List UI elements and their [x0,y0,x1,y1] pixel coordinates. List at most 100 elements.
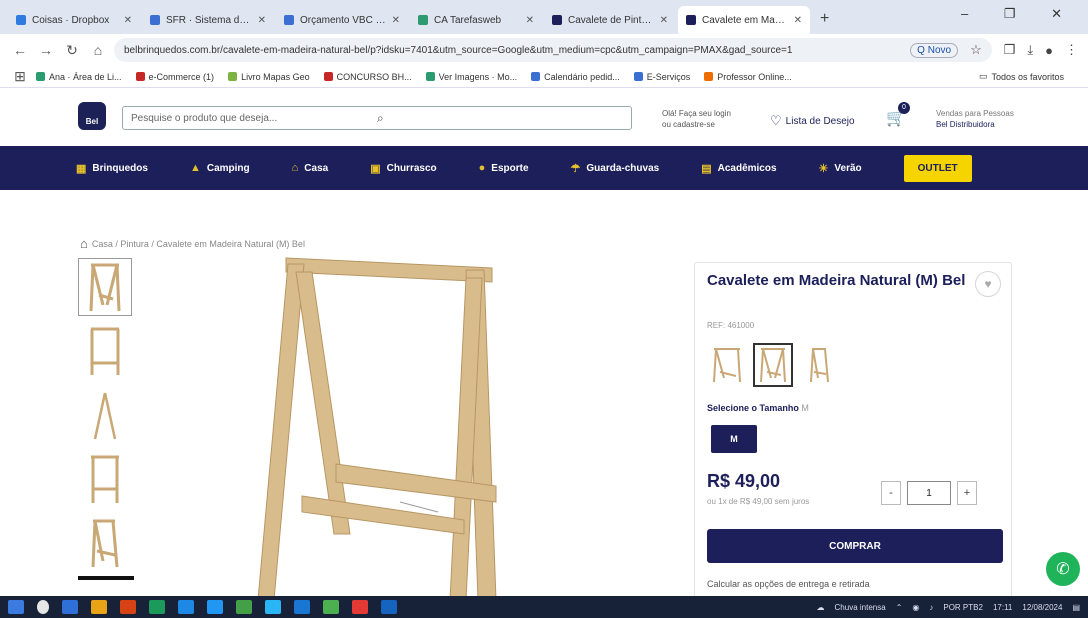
variant-option-selected[interactable] [753,343,793,387]
product-main-image[interactable] [240,250,570,601]
taskbar-app-icon[interactable] [265,600,281,614]
installments-text: ou 1x de R$ 49,00 sem juros [707,497,810,506]
reload-icon[interactable]: ↻ [62,42,82,59]
nav-item-camping[interactable]: ▲ Camping [190,162,250,174]
close-icon[interactable]: ✕ [526,15,534,26]
notification-icon[interactable]: ▤ [1072,603,1080,612]
quantity-input[interactable]: 1 [907,481,951,505]
home-icon[interactable]: ⌂ [80,236,88,251]
bookmark-item[interactable]: CONCURSO BH... [323,72,412,82]
bookmark-favicon-icon [704,72,714,81]
menu-icon[interactable]: ⋮ [1065,42,1078,58]
bookmarks-bar: ⊞ Ana · Área de Li... e-Commerce (1) Liv… [0,66,1088,88]
bookmark-item[interactable]: Professor Online... [704,72,792,82]
thumbnail-front[interactable] [78,258,132,316]
cart-count-badge: 0 [898,102,910,114]
browser-tab[interactable]: Orçamento VBC Crédito✕ [276,6,408,34]
bookmark-item[interactable]: Ana · Área de Li... [36,72,122,82]
thumbnail-back[interactable] [78,322,132,380]
browser-tab[interactable]: Cavalete de Pintura para P...✕ [544,6,676,34]
favorite-heart-icon[interactable]: ♥ [975,271,1001,297]
bookmark-item[interactable]: Livro Mapas Geo [228,72,310,82]
browser-tab-active[interactable]: Cavalete em Madeira Na...✕ [678,6,810,34]
start-icon[interactable] [8,600,24,614]
outlet-button[interactable]: OUTLET [903,154,972,182]
forward-icon[interactable]: → [36,42,56,58]
network-icon[interactable]: ◉ [912,603,919,612]
nav-item-academicos[interactable]: ▤ Acadêmicos [701,162,776,175]
shipping-calculator-link[interactable]: Calcular as opções de entrega e retirada [707,579,870,589]
cart-button[interactable]: 🛒 0 [886,102,910,128]
weather-icon[interactable]: ☁ [817,603,825,612]
thumbnail-angle[interactable] [78,514,132,572]
bookmark-item[interactable]: E-Serviços [633,72,690,82]
all-bookmarks-button[interactable]: ▭ Todos os favoritos [979,71,1064,82]
nav-item-casa[interactable]: ⌂ Casa [292,162,329,174]
nav-item-brinquedos[interactable]: ▦ Brinquedos [76,162,148,175]
back-icon[interactable]: ← [10,42,30,58]
taskbar-search-icon[interactable] [37,600,49,614]
browser-tab[interactable]: SFR · Sistema de Gestão✕ [142,6,274,34]
bookmark-item[interactable]: Calendário pedid... [531,72,620,82]
whatsapp-icon[interactable]: ✆ [1046,552,1080,586]
nav-item-esporte[interactable]: ● Esporte [479,162,529,174]
variant-option[interactable] [707,343,747,387]
close-icon[interactable]: ✕ [258,15,266,26]
size-label: Selecione o Tamanho M [707,403,809,413]
taskbar-app-icon[interactable] [294,600,310,614]
category-nav: ▦ Brinquedos ▲ Camping ⌂ Casa ▣ Churrasco ● E… [0,146,1088,190]
url-input[interactable]: belbrinquedos.com.br/cavalete-em-madeira… [114,38,992,62]
taskbar-app-icon[interactable] [207,600,223,614]
taskbar-app-icon[interactable] [149,600,165,614]
search-input[interactable]: Pesquise o produto que deseja... ⌕ [122,106,632,130]
wishlist-link[interactable]: ♡ Lista de Desejo [770,113,855,129]
bookmark-item[interactable]: e-Commerce (1) [135,72,214,82]
task-view-icon[interactable] [62,600,78,614]
nav-item-verao[interactable]: ☀ Verão [819,162,862,175]
star-icon[interactable]: ☆ [970,42,982,58]
extensions-icon[interactable]: ❒ [1004,42,1016,58]
browser-tab[interactable]: Coisas · Dropbox ✕ [8,6,140,34]
volume-icon[interactable]: ♪ [929,603,933,612]
close-icon[interactable]: ✕ [794,15,802,26]
download-icon[interactable]: ⤓ [1027,42,1033,58]
apps-icon[interactable]: ⊞ [10,68,30,85]
thumbnail-frame[interactable] [78,450,132,508]
quantity-stepper: - 1 + [881,481,977,505]
product-sku: REF: 461000 [707,321,755,330]
taskbar-app-icon[interactable] [178,600,194,614]
variant-option[interactable] [799,343,839,387]
bel-logo[interactable]: Bel [78,102,106,130]
buy-button[interactable]: COMPRAR [707,529,1003,563]
business-link[interactable]: Vendas para Pessoas Bel Distribuidora [936,108,1014,130]
product-panel: Cavalete em Madeira Natural (M) Bel ♥ RE… [694,262,1012,602]
search-icon[interactable]: ⌕ [377,111,623,126]
close-icon[interactable]: ✕ [660,15,668,26]
lens-search-button[interactable]: Q Novo [910,42,959,58]
taskbar-app-icon[interactable] [120,600,136,614]
profile-icon[interactable]: ● [1045,43,1053,58]
quantity-decrease-button[interactable]: - [881,481,901,505]
taskbar-app-icon[interactable] [236,600,252,614]
home-icon[interactable]: ⌂ [88,42,108,58]
tab-favicon-icon [284,15,294,25]
size-option-m[interactable]: M [711,425,757,453]
new-tab-button[interactable]: + [820,10,829,28]
taskbar-app-icon[interactable] [91,600,107,614]
tray-arrow-icon[interactable]: ⌃ [896,603,903,612]
quantity-increase-button[interactable]: + [957,481,977,505]
thumbnail-side[interactable] [78,386,132,444]
nav-item-churrasco[interactable]: ▣ Churrasco [370,162,436,175]
taskbar-app-icon[interactable] [352,600,368,614]
browser-tab[interactable]: CA Tarefasweb ✕ [410,6,542,34]
window-controls[interactable]: – ❐ ✕ [961,6,1078,22]
close-icon[interactable]: ✕ [392,15,400,26]
bookmark-item[interactable]: Ver Imagens · Mo... [425,72,517,82]
taskbar-app-icon[interactable] [381,600,397,614]
tab-favicon-icon [418,15,428,25]
bookmark-favicon-icon [633,72,643,81]
close-icon[interactable]: ✕ [124,15,132,26]
nav-item-guarda-chuvas[interactable]: ☂ Guarda-chuvas [571,162,660,175]
taskbar-app-icon[interactable] [323,600,339,614]
login-link[interactable]: Olá! Faça seu login ou cadastre-se [662,108,731,130]
